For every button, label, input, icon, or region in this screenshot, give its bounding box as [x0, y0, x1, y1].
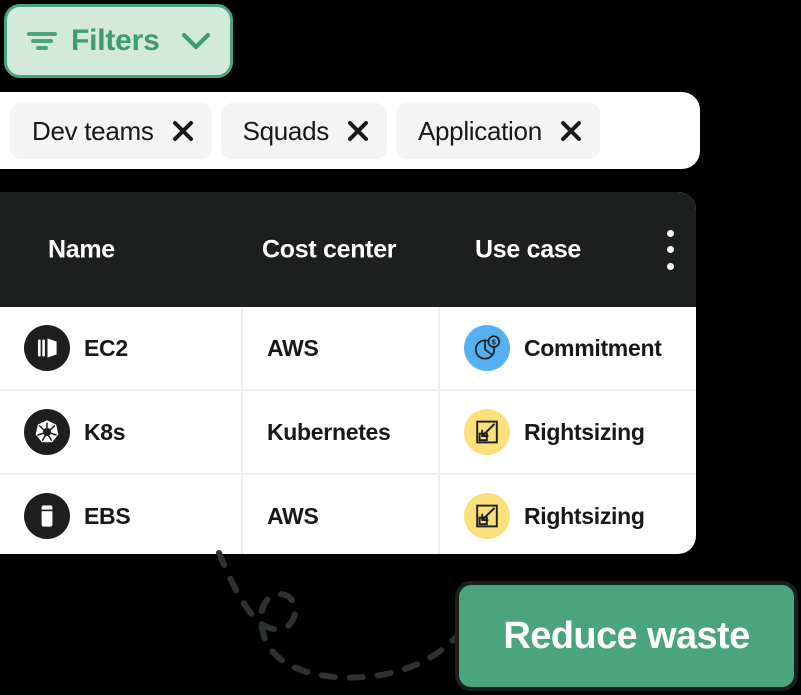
- row-name-label: EC2: [84, 334, 128, 361]
- svg-text:$: $: [492, 337, 496, 346]
- ec2-icon: [24, 325, 70, 371]
- dashed-curved-arrow: [216, 550, 460, 681]
- table-row[interactable]: K8s Kubernetes Rightsizing: [0, 391, 696, 475]
- filter-chip-application[interactable]: Application: [395, 102, 600, 159]
- column-header-use-case: Use case: [475, 235, 582, 263]
- reduce-waste-button[interactable]: Reduce waste: [455, 581, 798, 691]
- filters-button-label: Filters: [71, 24, 160, 57]
- close-icon[interactable]: [172, 120, 194, 142]
- cell-name: EBS: [0, 475, 243, 554]
- row-cost-center-label: AWS: [267, 334, 319, 361]
- filter-chip-label: Dev teams: [32, 115, 154, 146]
- column-header-name: Name: [48, 235, 115, 263]
- table-header-row: Name Cost center Use case: [0, 192, 696, 307]
- commitment-clock-dollar-icon: $: [464, 325, 510, 371]
- filter-chip-label: Squads: [242, 115, 330, 146]
- filter-chip-label: Application: [417, 115, 542, 146]
- row-use-case-label: Rightsizing: [524, 418, 645, 445]
- active-filters-bar: Dev teams Squads Application: [0, 92, 700, 169]
- row-cost-center-label: Kubernetes: [267, 418, 391, 445]
- cell-use-case: Rightsizing: [440, 475, 696, 554]
- cell-cost-center: AWS: [243, 475, 440, 554]
- row-name-label: EBS: [84, 502, 131, 529]
- chevron-down-icon[interactable]: [182, 32, 210, 50]
- cell-use-case: $ Commitment: [440, 307, 696, 389]
- close-icon[interactable]: [560, 120, 582, 142]
- column-header-cost-center: Cost center: [262, 235, 397, 263]
- filter-chip-dev-teams[interactable]: Dev teams: [10, 102, 212, 159]
- reduce-waste-button-label: Reduce waste: [503, 615, 750, 657]
- row-use-case-label: Commitment: [524, 334, 662, 361]
- rightsizing-resize-icon: [464, 409, 510, 455]
- ebs-storage-icon: [24, 493, 70, 539]
- cell-use-case: Rightsizing: [440, 391, 696, 473]
- cell-cost-center: Kubernetes: [243, 391, 440, 473]
- kubernetes-icon: [24, 409, 70, 455]
- table-row[interactable]: EBS AWS Rightsizing: [0, 475, 696, 554]
- kebab-menu-icon[interactable]: [661, 229, 679, 270]
- filter-icon: [27, 30, 57, 52]
- row-name-label: K8s: [84, 418, 126, 445]
- table-row[interactable]: EC2 AWS $ Commitment: [0, 307, 696, 391]
- close-icon[interactable]: [347, 120, 369, 142]
- cell-name: EC2: [0, 307, 243, 389]
- cell-name: K8s: [0, 391, 243, 473]
- row-use-case-label: Rightsizing: [524, 502, 645, 529]
- rightsizing-resize-icon: [464, 493, 510, 539]
- filters-button[interactable]: Filters: [4, 4, 233, 78]
- filter-chip-squads[interactable]: Squads: [220, 102, 387, 159]
- cell-cost-center: AWS: [243, 307, 440, 389]
- row-cost-center-label: AWS: [267, 502, 319, 529]
- resources-table: Name Cost center Use case EC2 AWS $ Comm…: [0, 192, 696, 554]
